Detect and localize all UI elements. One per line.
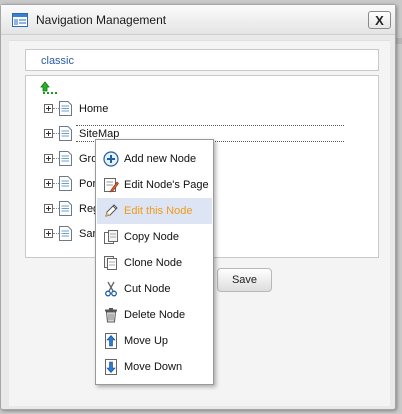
- expand-icon[interactable]: [44, 104, 53, 113]
- save-button[interactable]: Save: [217, 268, 272, 292]
- close-icon: X: [375, 12, 384, 28]
- trash-icon: [105, 308, 117, 323]
- node-context-menu: Add new Node Edit Node's Page Edit this …: [95, 139, 214, 385]
- menu-item-label: Clone Node: [124, 257, 183, 269]
- page-icon: [59, 101, 72, 116]
- clone-icon: [104, 256, 117, 270]
- root-node-icon[interactable]: [40, 81, 58, 95]
- menu-item-label: Edit this Node: [124, 205, 193, 217]
- menu-item-copy-node[interactable]: Copy Node: [97, 224, 212, 250]
- save-button-label: Save: [231, 274, 258, 286]
- edit-page-icon: [104, 178, 119, 193]
- window-icon: [12, 13, 28, 27]
- page-icon: [59, 176, 72, 191]
- copy-icon: [104, 230, 118, 244]
- menu-item-label: Edit Node's Page: [124, 179, 209, 191]
- menu-item-label: Move Up: [124, 335, 169, 347]
- page-icon: [59, 151, 72, 166]
- arrow-down-icon: [105, 359, 117, 375]
- tree-node-label: Home: [79, 103, 109, 115]
- menu-item-edit-node[interactable]: Edit this Node: [97, 198, 212, 224]
- menu-item-delete-node[interactable]: Delete Node: [97, 302, 212, 328]
- expand-icon[interactable]: [44, 204, 53, 213]
- dialog-titlebar[interactable]: Navigation Management X: [1, 5, 395, 35]
- arrow-up-icon: [105, 333, 117, 349]
- site-selector[interactable]: classic: [25, 49, 379, 71]
- tree-node-label: Por: [79, 178, 97, 190]
- menu-item-move-up[interactable]: Move Up: [97, 328, 212, 354]
- scissors-icon: [105, 281, 117, 297]
- dialog-title: Navigation Management: [36, 13, 167, 27]
- menu-item-label: Delete Node: [124, 309, 186, 321]
- expand-icon[interactable]: [44, 154, 53, 163]
- expand-icon[interactable]: [44, 229, 53, 238]
- menu-item-cut-node[interactable]: Cut Node: [97, 276, 212, 302]
- expand-icon[interactable]: [44, 129, 53, 138]
- page-icon: [59, 126, 72, 141]
- menu-item-edit-page[interactable]: Edit Node's Page: [97, 172, 212, 198]
- menu-item-move-down[interactable]: Move Down: [97, 354, 212, 380]
- page-icon: [59, 226, 72, 241]
- expand-icon[interactable]: [44, 179, 53, 188]
- add-icon: [103, 151, 119, 167]
- menu-item-label: Add new Node: [124, 153, 197, 165]
- menu-item-add-node[interactable]: Add new Node: [97, 146, 212, 172]
- pencil-icon: [105, 204, 118, 217]
- menu-item-clone-node[interactable]: Clone Node: [97, 250, 212, 276]
- menu-item-label: Cut Node: [124, 283, 171, 295]
- close-button[interactable]: X: [368, 11, 391, 29]
- page-icon: [59, 201, 72, 216]
- menu-item-label: Copy Node: [124, 231, 180, 243]
- site-name: classic: [41, 55, 75, 67]
- menu-item-label: Move Down: [124, 361, 183, 373]
